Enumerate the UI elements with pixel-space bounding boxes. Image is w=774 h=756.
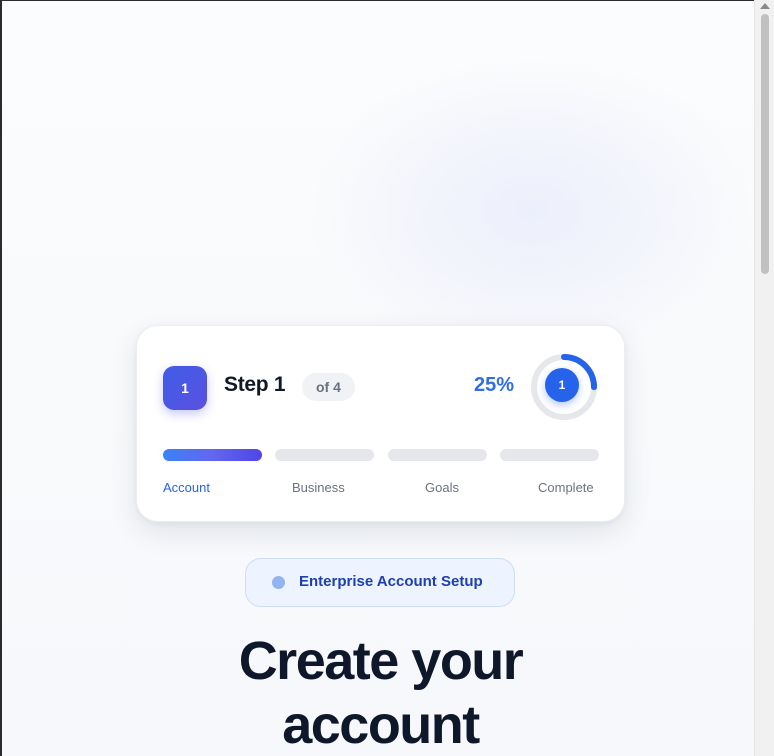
- step-progress-bars: [163, 449, 599, 461]
- step-label-complete: Complete: [538, 480, 594, 495]
- step-title: Step 1: [224, 373, 286, 396]
- step-label-account: Account: [163, 480, 210, 495]
- dot-icon: [272, 576, 285, 589]
- page-viewport: 1 Step 1 of 4 25% 1 Account Business Goa…: [0, 0, 774, 756]
- scroll-up-arrow-icon[interactable]: [760, 3, 770, 9]
- vertical-scrollbar[interactable]: [754, 0, 774, 756]
- enterprise-setup-label: Enterprise Account Setup: [299, 573, 483, 590]
- step-bar-business: [275, 449, 374, 461]
- progress-ring-center: 1: [545, 368, 579, 402]
- scrollbar-thumb[interactable]: [761, 14, 769, 274]
- progress-percent: 25%: [473, 374, 514, 396]
- step-bar-complete: [500, 449, 599, 461]
- step-label-business: Business: [292, 480, 345, 495]
- step-bar-account: [163, 449, 262, 461]
- step-number-badge: 1: [163, 366, 207, 410]
- enterprise-setup-badge: Enterprise Account Setup: [245, 558, 515, 607]
- step-label-goals: Goals: [425, 480, 459, 495]
- page-title-line-1: Create your: [238, 631, 524, 691]
- progress-card: 1 Step 1 of 4 25% 1 Account Business Goa…: [136, 325, 625, 522]
- page-title: Create your account: [136, 629, 625, 756]
- page-title-line-2: account: [282, 695, 480, 755]
- progress-ring: 1: [529, 352, 599, 422]
- step-count-chip: of 4: [302, 373, 355, 401]
- step-bar-goals: [388, 449, 487, 461]
